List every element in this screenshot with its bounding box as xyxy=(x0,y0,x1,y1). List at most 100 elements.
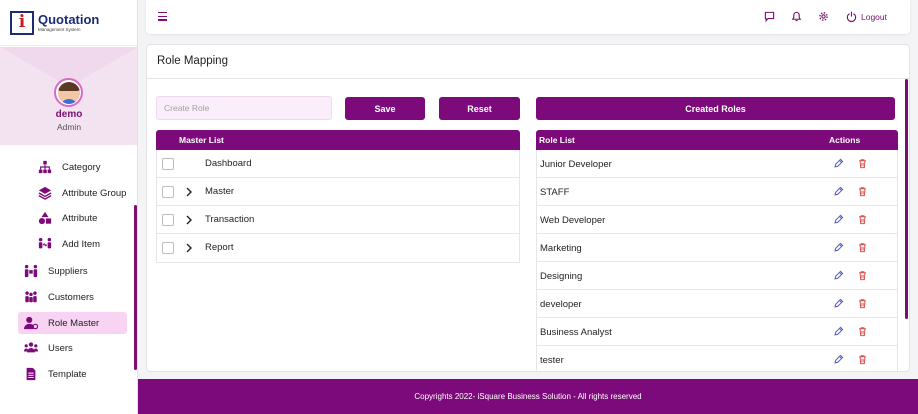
create-role-input[interactable] xyxy=(156,96,332,120)
edit-icon[interactable] xyxy=(833,158,844,169)
role-name: Marketing xyxy=(540,243,582,254)
chevron-right-icon[interactable] xyxy=(185,187,193,197)
master-list-header-label: Master List xyxy=(179,135,224,145)
people-arrows-icon xyxy=(38,237,52,249)
sidebar-item-label: Suppliers xyxy=(48,265,88,277)
role-row: STAFF xyxy=(537,178,897,206)
master-row-label: Transaction xyxy=(205,214,255,225)
trash-icon[interactable] xyxy=(857,158,868,169)
sidebar-item-role-master[interactable]: Role Master xyxy=(18,312,127,334)
role-name: Business Analyst xyxy=(540,327,612,338)
avatar[interactable] xyxy=(54,78,83,107)
chevron-right-icon[interactable] xyxy=(185,215,193,225)
master-list-header: Master List xyxy=(156,130,520,150)
shapes-icon xyxy=(38,211,52,225)
role-name: developer xyxy=(540,299,582,310)
users-icon xyxy=(24,342,38,353)
sidebar-item-label: Attribute xyxy=(62,212,98,224)
page-title: Role Mapping xyxy=(157,55,228,67)
brand-subtitle: Management System xyxy=(38,27,81,32)
sidebar-item-suppliers[interactable]: Suppliers xyxy=(24,260,88,282)
layers-icon xyxy=(38,186,52,200)
master-checkbox[interactable] xyxy=(162,214,174,226)
reset-button[interactable]: Reset xyxy=(439,97,520,120)
role-name: Web Developer xyxy=(540,215,606,226)
master-row-dashboard: Dashboard xyxy=(157,150,519,178)
role-name: Designing xyxy=(540,271,583,282)
gear-icon[interactable] xyxy=(818,11,829,22)
master-checkbox[interactable] xyxy=(162,186,174,198)
bell-icon[interactable] xyxy=(791,11,802,22)
sidebar-scrollbar[interactable] xyxy=(134,205,137,370)
master-checkbox[interactable] xyxy=(162,242,174,254)
card-scrollbar[interactable] xyxy=(905,79,908,319)
role-name: STAFF xyxy=(540,187,570,198)
edit-icon[interactable] xyxy=(833,214,844,225)
message-icon[interactable] xyxy=(764,11,775,22)
master-checkbox[interactable] xyxy=(162,158,174,170)
sidebar-item-template[interactable]: Template xyxy=(24,363,87,385)
role-row: Marketing xyxy=(537,234,897,262)
edit-icon[interactable] xyxy=(833,242,844,253)
brand-title: Quotation xyxy=(38,12,100,27)
sidebar-item-users[interactable]: Users xyxy=(24,337,73,359)
brand-mark-letter: i xyxy=(18,12,26,32)
edit-icon[interactable] xyxy=(833,298,844,309)
document-icon xyxy=(26,367,36,381)
sidebar-item-label: Customers xyxy=(48,291,94,303)
trash-icon[interactable] xyxy=(857,242,868,253)
logout-label: Logout xyxy=(861,11,887,22)
sitemap-icon xyxy=(38,160,52,174)
menu-toggle-icon[interactable] xyxy=(158,12,167,21)
role-row: Junior Developer xyxy=(537,150,897,178)
footer-text: Copyrights 2022- iSquare Business Soluti… xyxy=(414,392,642,401)
brand-logo[interactable]: i Quotation Management System xyxy=(0,0,137,46)
master-row-report: Report xyxy=(157,234,519,262)
chevron-right-icon[interactable] xyxy=(185,243,193,253)
edit-icon[interactable] xyxy=(833,270,844,281)
actions-header-label: Actions xyxy=(829,135,861,145)
master-row-transaction: Transaction xyxy=(157,206,519,234)
trash-icon[interactable] xyxy=(857,214,868,225)
edit-icon[interactable] xyxy=(833,354,844,365)
role-list-header: Role List Actions xyxy=(536,130,898,150)
master-row-label: Master xyxy=(205,186,235,197)
sidebar-item-customers[interactable]: Customers xyxy=(24,286,94,308)
master-row-master: Master xyxy=(157,178,519,206)
sidebar: i Quotation Management System demo Admin… xyxy=(0,0,138,414)
role-list: Junior Developer STAFF Web Developer Market… xyxy=(536,150,898,371)
created-roles-button[interactable]: Created Roles xyxy=(536,97,895,120)
edit-icon[interactable] xyxy=(833,326,844,337)
sidebar-item-label: Attribute Group xyxy=(62,187,127,199)
master-row-label: Dashboard xyxy=(205,158,252,169)
trash-icon[interactable] xyxy=(857,326,868,337)
edit-icon[interactable] xyxy=(833,186,844,197)
role-list-header-label: Role List xyxy=(539,135,575,145)
sidebar-item-add-item[interactable]: Add Item xyxy=(38,233,100,255)
role-name: Junior Developer xyxy=(540,159,612,170)
role-row: Business Analyst xyxy=(537,318,897,346)
master-list: Dashboard Master Transaction Report xyxy=(156,150,520,263)
footer: Copyrights 2022- iSquare Business Soluti… xyxy=(138,379,918,414)
sidebar-item-label: Users xyxy=(48,342,73,354)
user-friends-icon xyxy=(25,291,37,303)
save-button[interactable]: Save xyxy=(345,97,425,120)
user-cog-icon xyxy=(24,316,38,330)
user-avatar-icon xyxy=(57,81,80,104)
role-row: tester xyxy=(537,346,897,371)
sidebar-item-category[interactable]: Category xyxy=(38,156,101,178)
trash-icon[interactable] xyxy=(857,354,868,365)
sidebar-item-attribute-group[interactable]: Attribute Group xyxy=(38,182,126,204)
logout-button[interactable]: Logout xyxy=(846,11,887,22)
sidebar-item-label: Template xyxy=(48,368,87,380)
sidebar-item-label: Role Master xyxy=(48,317,100,329)
sidebar-item-attribute[interactable]: Attribute xyxy=(38,207,97,229)
trash-icon[interactable] xyxy=(857,186,868,197)
sidebar-item-label: Add Item xyxy=(62,238,101,250)
top-header: Logout xyxy=(146,0,910,34)
power-icon xyxy=(846,11,857,22)
role-row: Designing xyxy=(537,262,897,290)
trash-icon[interactable] xyxy=(857,270,868,281)
profile-name: demo xyxy=(55,109,83,120)
trash-icon[interactable] xyxy=(857,298,868,309)
